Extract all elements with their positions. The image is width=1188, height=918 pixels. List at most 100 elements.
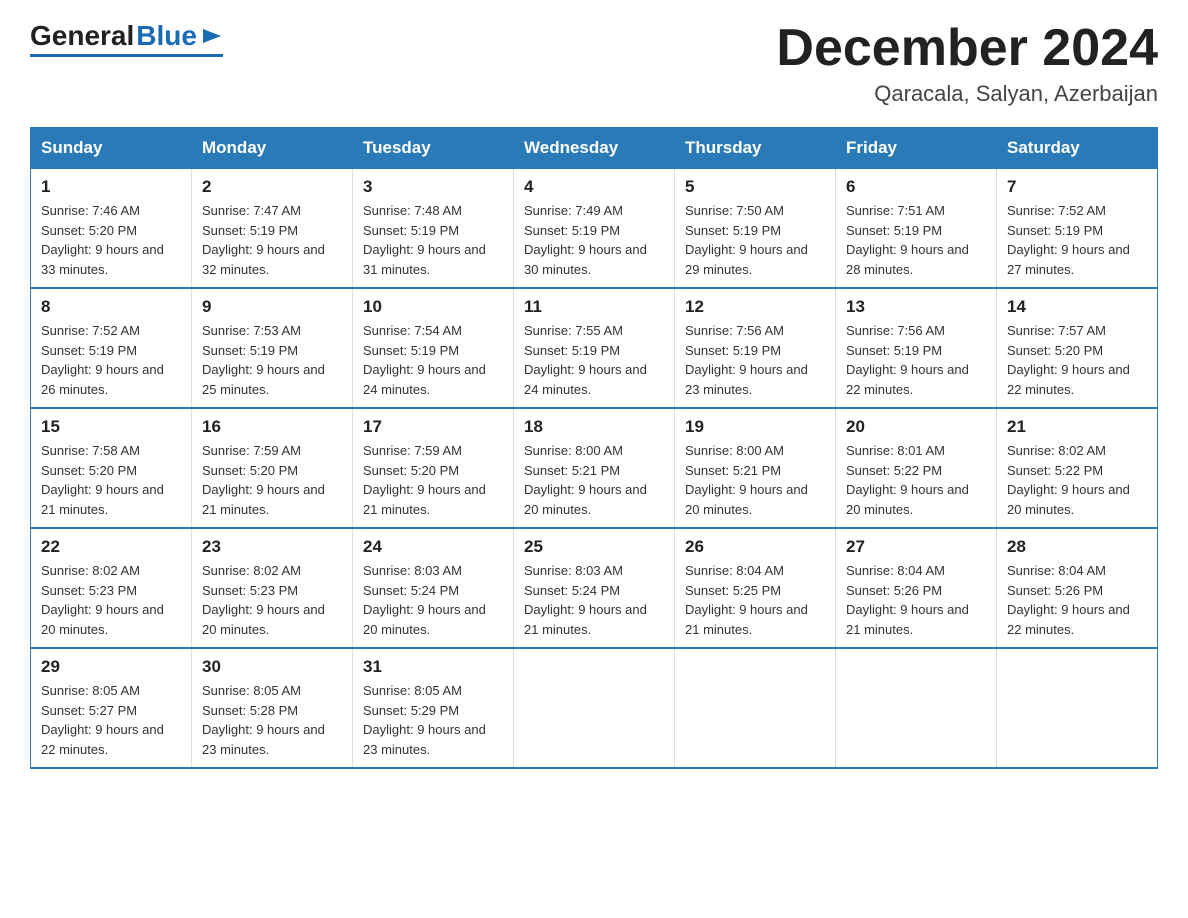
day-number: 1 <box>41 177 181 197</box>
day-info: Sunrise: 8:04 AMSunset: 5:25 PMDaylight:… <box>685 561 825 639</box>
day-number: 2 <box>202 177 342 197</box>
day-info: Sunrise: 7:49 AMSunset: 5:19 PMDaylight:… <box>524 201 664 279</box>
calendar-cell: 8 Sunrise: 7:52 AMSunset: 5:19 PMDayligh… <box>31 288 192 408</box>
day-number: 29 <box>41 657 181 677</box>
calendar-cell: 12 Sunrise: 7:56 AMSunset: 5:19 PMDaylig… <box>675 288 836 408</box>
day-number: 23 <box>202 537 342 557</box>
day-info: Sunrise: 8:02 AMSunset: 5:23 PMDaylight:… <box>202 561 342 639</box>
day-info: Sunrise: 8:00 AMSunset: 5:21 PMDaylight:… <box>524 441 664 519</box>
calendar-cell: 1 Sunrise: 7:46 AMSunset: 5:20 PMDayligh… <box>31 169 192 289</box>
col-wednesday: Wednesday <box>514 128 675 169</box>
logo-general-text: General <box>30 20 134 52</box>
day-info: Sunrise: 7:59 AMSunset: 5:20 PMDaylight:… <box>202 441 342 519</box>
day-number: 15 <box>41 417 181 437</box>
day-number: 12 <box>685 297 825 317</box>
logo: GeneralBlue <box>30 20 223 57</box>
day-number: 30 <box>202 657 342 677</box>
calendar-table: Sunday Monday Tuesday Wednesday Thursday… <box>30 127 1158 769</box>
location-subtitle: Qaracala, Salyan, Azerbaijan <box>776 81 1158 107</box>
day-info: Sunrise: 8:02 AMSunset: 5:22 PMDaylight:… <box>1007 441 1147 519</box>
day-info: Sunrise: 8:03 AMSunset: 5:24 PMDaylight:… <box>363 561 503 639</box>
day-info: Sunrise: 7:55 AMSunset: 5:19 PMDaylight:… <box>524 321 664 399</box>
calendar-cell <box>514 648 675 768</box>
logo-underline <box>30 54 223 57</box>
calendar-cell: 26 Sunrise: 8:04 AMSunset: 5:25 PMDaylig… <box>675 528 836 648</box>
calendar-cell: 29 Sunrise: 8:05 AMSunset: 5:27 PMDaylig… <box>31 648 192 768</box>
calendar-cell: 20 Sunrise: 8:01 AMSunset: 5:22 PMDaylig… <box>836 408 997 528</box>
month-title: December 2024 <box>776 20 1158 77</box>
calendar-cell: 7 Sunrise: 7:52 AMSunset: 5:19 PMDayligh… <box>997 169 1158 289</box>
calendar-week-row: 22 Sunrise: 8:02 AMSunset: 5:23 PMDaylig… <box>31 528 1158 648</box>
calendar-week-row: 29 Sunrise: 8:05 AMSunset: 5:27 PMDaylig… <box>31 648 1158 768</box>
calendar-cell: 6 Sunrise: 7:51 AMSunset: 5:19 PMDayligh… <box>836 169 997 289</box>
day-info: Sunrise: 7:46 AMSunset: 5:20 PMDaylight:… <box>41 201 181 279</box>
day-info: Sunrise: 8:00 AMSunset: 5:21 PMDaylight:… <box>685 441 825 519</box>
day-number: 4 <box>524 177 664 197</box>
day-info: Sunrise: 7:52 AMSunset: 5:19 PMDaylight:… <box>41 321 181 399</box>
calendar-cell: 24 Sunrise: 8:03 AMSunset: 5:24 PMDaylig… <box>353 528 514 648</box>
day-number: 20 <box>846 417 986 437</box>
day-number: 18 <box>524 417 664 437</box>
calendar-week-row: 15 Sunrise: 7:58 AMSunset: 5:20 PMDaylig… <box>31 408 1158 528</box>
calendar-cell: 5 Sunrise: 7:50 AMSunset: 5:19 PMDayligh… <box>675 169 836 289</box>
calendar-cell: 27 Sunrise: 8:04 AMSunset: 5:26 PMDaylig… <box>836 528 997 648</box>
day-number: 27 <box>846 537 986 557</box>
calendar-week-row: 8 Sunrise: 7:52 AMSunset: 5:19 PMDayligh… <box>31 288 1158 408</box>
calendar-cell: 11 Sunrise: 7:55 AMSunset: 5:19 PMDaylig… <box>514 288 675 408</box>
col-sunday: Sunday <box>31 128 192 169</box>
calendar-cell: 13 Sunrise: 7:56 AMSunset: 5:19 PMDaylig… <box>836 288 997 408</box>
col-friday: Friday <box>836 128 997 169</box>
day-info: Sunrise: 8:05 AMSunset: 5:27 PMDaylight:… <box>41 681 181 759</box>
day-number: 16 <box>202 417 342 437</box>
day-number: 3 <box>363 177 503 197</box>
calendar-cell: 19 Sunrise: 8:00 AMSunset: 5:21 PMDaylig… <box>675 408 836 528</box>
day-info: Sunrise: 7:48 AMSunset: 5:19 PMDaylight:… <box>363 201 503 279</box>
calendar-cell: 3 Sunrise: 7:48 AMSunset: 5:19 PMDayligh… <box>353 169 514 289</box>
calendar-cell: 31 Sunrise: 8:05 AMSunset: 5:29 PMDaylig… <box>353 648 514 768</box>
day-number: 11 <box>524 297 664 317</box>
day-number: 26 <box>685 537 825 557</box>
calendar-cell: 9 Sunrise: 7:53 AMSunset: 5:19 PMDayligh… <box>192 288 353 408</box>
day-number: 13 <box>846 297 986 317</box>
day-number: 7 <box>1007 177 1147 197</box>
logo-arrow-icon <box>201 25 223 47</box>
day-info: Sunrise: 7:52 AMSunset: 5:19 PMDaylight:… <box>1007 201 1147 279</box>
col-tuesday: Tuesday <box>353 128 514 169</box>
logo-blue-text: Blue <box>136 20 197 52</box>
day-info: Sunrise: 7:51 AMSunset: 5:19 PMDaylight:… <box>846 201 986 279</box>
calendar-cell: 28 Sunrise: 8:04 AMSunset: 5:26 PMDaylig… <box>997 528 1158 648</box>
calendar-cell: 10 Sunrise: 7:54 AMSunset: 5:19 PMDaylig… <box>353 288 514 408</box>
day-info: Sunrise: 7:53 AMSunset: 5:19 PMDaylight:… <box>202 321 342 399</box>
day-number: 28 <box>1007 537 1147 557</box>
calendar-cell: 25 Sunrise: 8:03 AMSunset: 5:24 PMDaylig… <box>514 528 675 648</box>
page-header: GeneralBlue December 2024 Qaracala, Saly… <box>30 20 1158 107</box>
day-number: 25 <box>524 537 664 557</box>
day-number: 6 <box>846 177 986 197</box>
day-info: Sunrise: 8:01 AMSunset: 5:22 PMDaylight:… <box>846 441 986 519</box>
day-number: 5 <box>685 177 825 197</box>
calendar-header: Sunday Monday Tuesday Wednesday Thursday… <box>31 128 1158 169</box>
col-thursday: Thursday <box>675 128 836 169</box>
col-saturday: Saturday <box>997 128 1158 169</box>
day-info: Sunrise: 8:05 AMSunset: 5:29 PMDaylight:… <box>363 681 503 759</box>
day-info: Sunrise: 8:04 AMSunset: 5:26 PMDaylight:… <box>846 561 986 639</box>
header-row: Sunday Monday Tuesday Wednesday Thursday… <box>31 128 1158 169</box>
day-number: 24 <box>363 537 503 557</box>
col-monday: Monday <box>192 128 353 169</box>
day-info: Sunrise: 8:02 AMSunset: 5:23 PMDaylight:… <box>41 561 181 639</box>
day-info: Sunrise: 7:47 AMSunset: 5:19 PMDaylight:… <box>202 201 342 279</box>
day-number: 8 <box>41 297 181 317</box>
day-number: 31 <box>363 657 503 677</box>
day-number: 19 <box>685 417 825 437</box>
calendar-cell: 4 Sunrise: 7:49 AMSunset: 5:19 PMDayligh… <box>514 169 675 289</box>
calendar-cell <box>836 648 997 768</box>
calendar-cell: 23 Sunrise: 8:02 AMSunset: 5:23 PMDaylig… <box>192 528 353 648</box>
day-info: Sunrise: 7:56 AMSunset: 5:19 PMDaylight:… <box>685 321 825 399</box>
calendar-cell: 17 Sunrise: 7:59 AMSunset: 5:20 PMDaylig… <box>353 408 514 528</box>
calendar-cell: 16 Sunrise: 7:59 AMSunset: 5:20 PMDaylig… <box>192 408 353 528</box>
calendar-cell: 2 Sunrise: 7:47 AMSunset: 5:19 PMDayligh… <box>192 169 353 289</box>
calendar-week-row: 1 Sunrise: 7:46 AMSunset: 5:20 PMDayligh… <box>31 169 1158 289</box>
calendar-cell <box>675 648 836 768</box>
calendar-cell: 18 Sunrise: 8:00 AMSunset: 5:21 PMDaylig… <box>514 408 675 528</box>
day-number: 9 <box>202 297 342 317</box>
